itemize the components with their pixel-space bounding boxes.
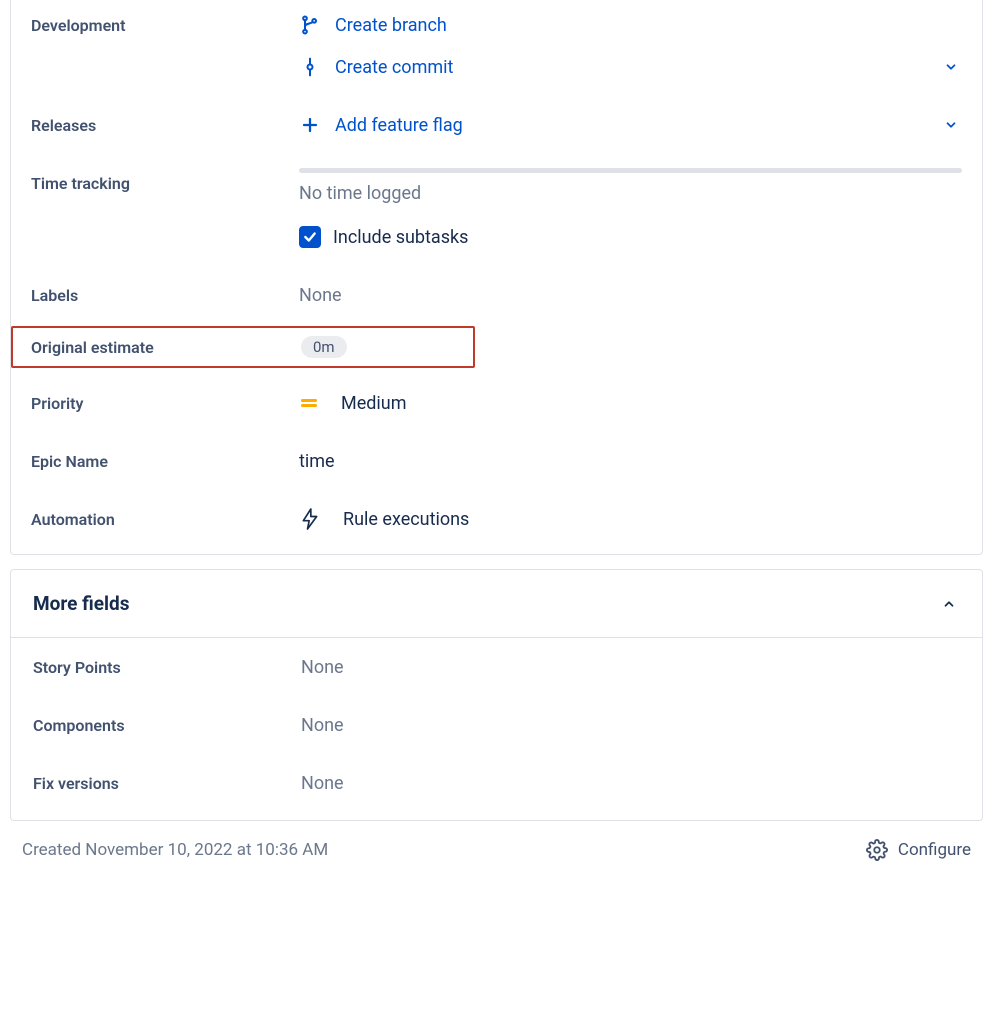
- story-points-value: None: [301, 657, 344, 678]
- plus-icon: [299, 114, 321, 136]
- chevron-down-icon[interactable]: [940, 114, 962, 136]
- add-feature-flag-link[interactable]: Add feature flag: [299, 110, 962, 140]
- labels-value: None: [299, 285, 342, 306]
- more-fields-header[interactable]: More fields: [11, 570, 982, 638]
- time-tracking-widget[interactable]: No time logged: [299, 168, 962, 204]
- gear-icon: [866, 839, 888, 861]
- row-original-estimate[interactable]: Original estimate 0m: [11, 326, 475, 368]
- time-tracking-value: No time logged: [299, 183, 962, 204]
- label-priority: Priority: [31, 388, 299, 413]
- label-fix-versions: Fix versions: [33, 768, 301, 793]
- row-story-points[interactable]: Story Points None: [11, 638, 982, 696]
- row-development: Development Create branch: [11, 0, 982, 92]
- configure-label: Configure: [898, 840, 971, 860]
- configure-button[interactable]: Configure: [866, 839, 971, 861]
- label-releases: Releases: [31, 110, 299, 135]
- more-fields-title: More fields: [33, 592, 938, 615]
- priority-value: Medium: [341, 393, 407, 414]
- label-development: Development: [31, 10, 299, 35]
- row-components[interactable]: Components None: [11, 696, 982, 754]
- create-commit-label: Create commit: [335, 57, 453, 78]
- label-automation: Automation: [31, 504, 299, 529]
- label-story-points: Story Points: [33, 652, 301, 677]
- fix-versions-value: None: [301, 773, 344, 794]
- chevron-up-icon: [938, 593, 960, 615]
- row-automation[interactable]: Automation Rule executions: [11, 486, 982, 554]
- label-labels: Labels: [31, 280, 299, 305]
- commit-icon: [299, 56, 321, 78]
- row-fix-versions[interactable]: Fix versions None: [11, 754, 982, 820]
- more-fields-panel: More fields Story Points None Components…: [10, 569, 983, 821]
- label-original-estimate: Original estimate: [31, 338, 301, 357]
- create-commit-link[interactable]: Create commit: [299, 52, 962, 82]
- created-timestamp: Created November 10, 2022 at 10:36 AM: [22, 840, 328, 860]
- row-time-tracking: Time tracking No time logged Include sub…: [11, 150, 982, 262]
- priority-medium-icon: [299, 399, 319, 407]
- row-priority[interactable]: Priority Medium: [11, 374, 982, 428]
- add-feature-flag-label: Add feature flag: [335, 115, 463, 136]
- label-components: Components: [33, 710, 301, 735]
- row-epic-name[interactable]: Epic Name time: [11, 428, 982, 486]
- time-tracking-bar: [299, 168, 962, 173]
- label-time-tracking: Time tracking: [31, 168, 299, 193]
- chevron-down-icon[interactable]: [940, 56, 962, 78]
- row-releases: Releases Add feature flag: [11, 92, 982, 150]
- branch-icon: [299, 14, 321, 36]
- include-subtasks-checkbox[interactable]: [299, 226, 321, 248]
- automation-value: Rule executions: [343, 509, 469, 530]
- footer: Created November 10, 2022 at 10:36 AM Co…: [0, 835, 993, 871]
- details-panel: Development Create branch: [10, 0, 983, 555]
- label-epic-name: Epic Name: [31, 446, 299, 471]
- include-subtasks-label: Include subtasks: [333, 227, 468, 248]
- epic-name-value: time: [299, 451, 335, 472]
- create-branch-label: Create branch: [335, 15, 447, 36]
- original-estimate-value: 0m: [301, 336, 347, 358]
- components-value: None: [301, 715, 344, 736]
- create-branch-link[interactable]: Create branch: [299, 10, 962, 40]
- row-labels[interactable]: Labels None: [11, 262, 982, 320]
- lightning-icon: [299, 508, 321, 530]
